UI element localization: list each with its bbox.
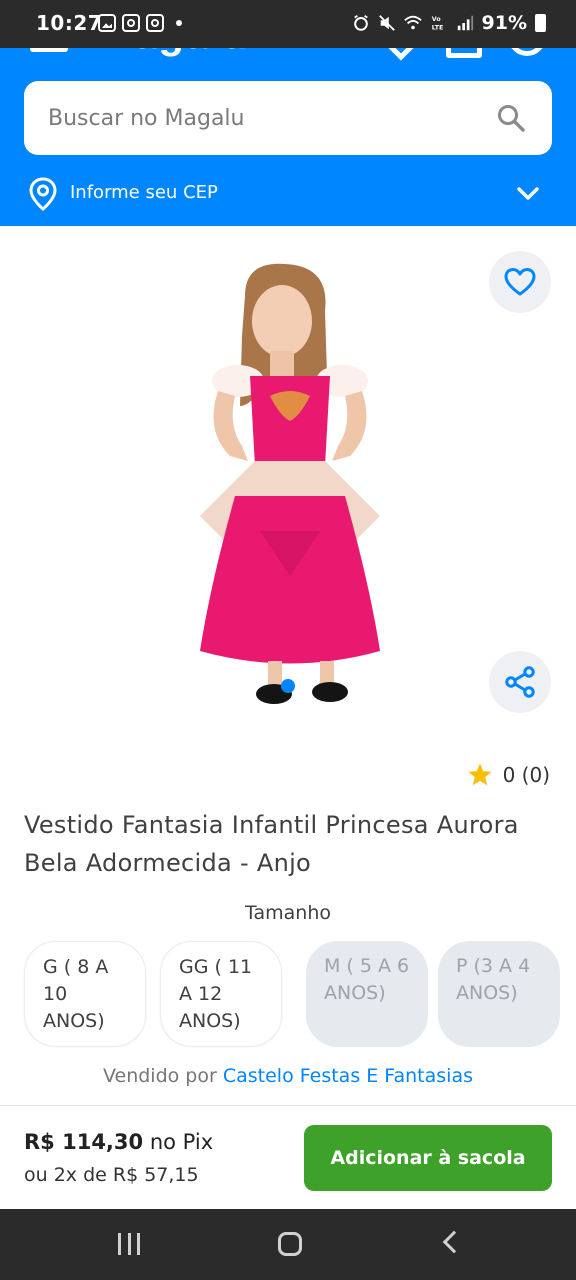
buy-bar: R$ 114,30 no Pix ou 2x de R$ 57,15 Adici… [0,1105,576,1209]
heart-icon [504,268,536,296]
add-to-bag-button[interactable]: Adicionar à sacola [304,1125,552,1191]
account-icon[interactable] [508,48,546,56]
product-rating[interactable]: 0 (0) [467,762,550,788]
cep-selector[interactable]: Informe seu CEP [28,176,548,212]
home-icon[interactable] [278,1232,302,1256]
battery-icon [535,14,546,32]
size-label: Tamanho [245,902,331,924]
signal-icon [457,15,473,31]
rating-count: 0 (0) [502,763,550,787]
price-suffix: no Pix [149,1130,214,1154]
gallery-notification-icon [98,14,116,32]
chevron-down-icon [517,187,539,200]
alarm-icon [353,15,368,31]
status-bar: 10:27 Vo LTE 91% [0,0,576,48]
volte-icon: VoLTE [431,16,443,31]
installments-text: ou 2x de R$ 57,15 [24,1164,199,1186]
gallery-pager-dot[interactable] [281,679,295,693]
svg-text:LTE: LTE [431,24,443,31]
back-icon[interactable] [442,1230,466,1254]
size-option-m[interactable]: M ( 5 A 6 ANOS) [306,941,428,1047]
cart-icon[interactable] [446,48,482,58]
seller-prefix: Vendido por [102,1065,217,1087]
location-icon[interactable] [385,48,417,61]
app-header: Magalu Informe seu CEP [0,48,576,226]
star-icon [468,763,492,786]
menu-icon[interactable] [30,48,68,52]
system-status-icons: Vo LTE 91% [352,12,546,34]
instagram-notification-icon-2 [146,14,164,32]
favorite-button[interactable] [489,251,551,313]
instagram-notification-icon [122,14,140,32]
size-option-g[interactable]: G ( 8 A 10 ANOS) [24,941,146,1047]
seller-info: Vendido por Castelo Festas E Fantasias [0,1065,576,1087]
pix-price: R$ 114,30 no Pix [24,1130,213,1154]
more-notifications-dot-icon [176,20,182,26]
cep-label: Informe seu CEP [70,182,218,203]
search-bar[interactable] [24,81,552,155]
share-button[interactable] [489,651,551,713]
size-options: G ( 8 A 10 ANOS) GG ( 11 A 12 ANOS) M ( … [24,941,560,1047]
svg-text:Vo: Vo [431,16,441,23]
recent-apps-icon[interactable] [118,1233,140,1255]
seller-link[interactable]: Castelo Festas E Fantasias [223,1065,473,1087]
magalu-logo[interactable]: Magalu [98,48,249,58]
price-value: R$ 114,30 [24,1130,144,1154]
status-time: 10:27 [36,11,103,35]
wifi-icon [403,15,422,30]
system-nav-bar [0,1209,576,1280]
battery-percent: 91% [481,12,527,34]
mute-icon [378,15,395,31]
product-image[interactable] [190,256,390,716]
notification-icons [98,14,182,32]
search-input[interactable] [48,81,488,155]
search-icon[interactable] [496,103,526,133]
product-title: Vestido Fantasia Infantil Princesa Auror… [24,811,519,877]
size-option-gg[interactable]: GG ( 11 A 12 ANOS) [160,941,282,1047]
share-icon [505,666,535,698]
size-option-p[interactable]: P (3 A 4 ANOS) [438,941,560,1047]
location-pin-icon [29,177,57,211]
